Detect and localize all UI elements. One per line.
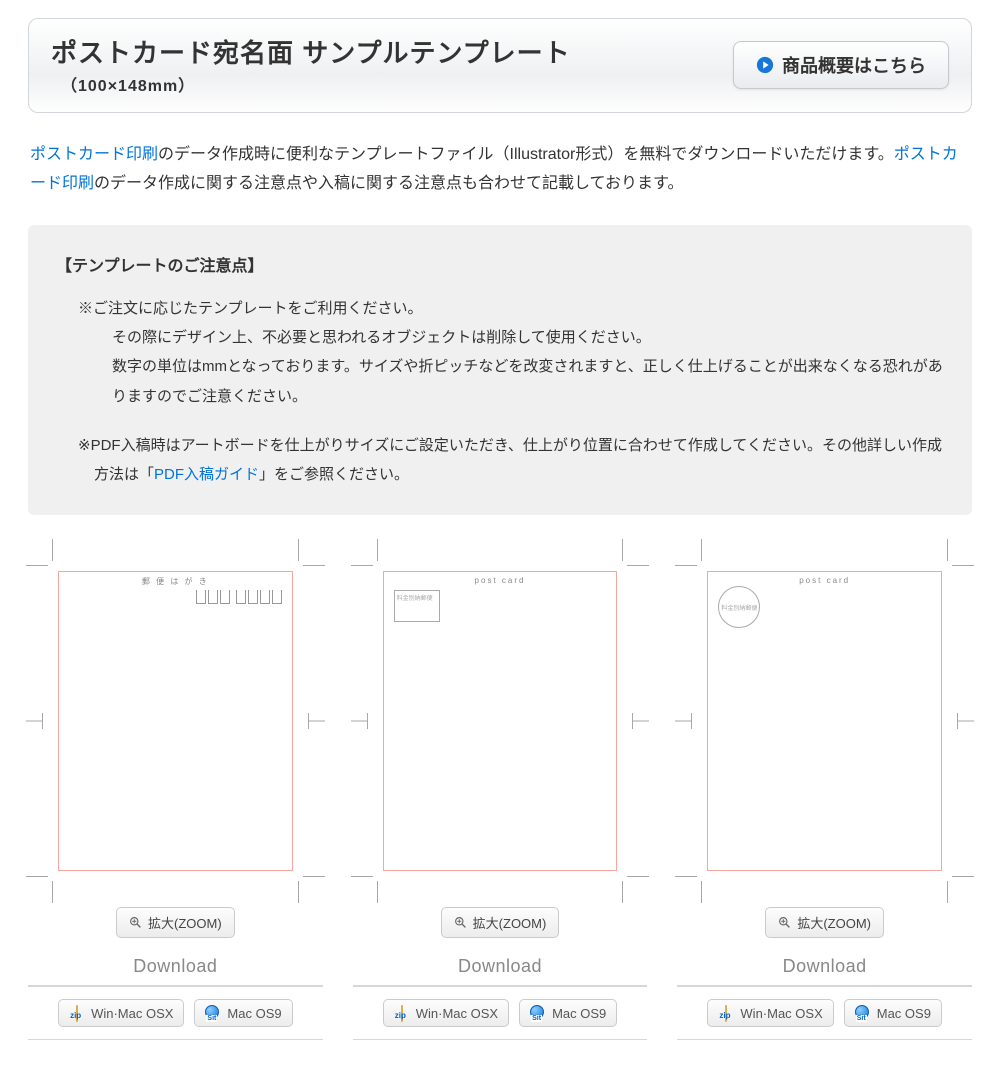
zip-button-label: Win·Mac OSX (740, 1006, 822, 1021)
page-subtitle: （100×148mm） (61, 72, 733, 96)
zip-icon: zip (394, 1006, 410, 1020)
intro-paragraph: ポストカード印刷のデータ作成時に便利なテンプレートファイル（Illustrato… (30, 141, 970, 199)
zoom-label: 拡大(ZOOM) (148, 913, 222, 932)
divider (353, 985, 648, 987)
download-heading: Download (28, 956, 323, 977)
note-sub-1a: その際にデザイン上、不必要と思われるオブジェクトは削除して使用ください。 (56, 323, 944, 352)
magnifier-icon (129, 916, 142, 929)
magnifier-icon (778, 916, 791, 929)
notes-title: 【テンプレートのご注意点】 (56, 251, 944, 282)
zoom-label: 拡大(ZOOM) (797, 913, 871, 932)
template-cards-row: 郵 便 は が き 拡大(ZOOM) Download zip Win·Mac … (28, 541, 972, 1040)
note-item-2: ※PDF入稿時はアートボードを仕上がりサイズにご設定いただき、仕上がり位置に合わ… (56, 431, 944, 490)
download-sit-button[interactable]: Sit Mac OS9 (844, 999, 942, 1027)
template-top-label: post card (708, 576, 941, 585)
zip-button-label: Win·Mac OSX (91, 1006, 173, 1021)
template-notes-box: 【テンプレートのご注意点】 ※ご注文に応じたテンプレートをご利用ください。 その… (28, 225, 972, 516)
sit-button-label: Mac OS9 (227, 1006, 281, 1021)
magnifier-icon (454, 916, 467, 929)
divider (28, 1039, 323, 1040)
download-zip-button[interactable]: zip Win·Mac OSX (707, 999, 833, 1027)
template-top-label: 郵 便 は が き (59, 576, 292, 587)
template-frame: post card 料金別納郵便 (383, 571, 618, 871)
arrow-right-circle-icon (756, 56, 774, 74)
header-panel: ポストカード宛名面 サンプルテンプレート （100×148mm） 商品概要はこち… (28, 18, 972, 113)
template-preview: post card 料金別納郵便 (677, 541, 972, 901)
zip-icon: zip (718, 1006, 734, 1020)
template-frame: post card 料金別納郵便 (707, 571, 942, 871)
sit-button-label: Mac OS9 (552, 1006, 606, 1021)
template-card: 郵 便 は が き 拡大(ZOOM) Download zip Win·Mac … (28, 541, 323, 1040)
sit-icon: Sit (205, 1005, 221, 1021)
divider (677, 1039, 972, 1040)
template-top-label: post card (384, 576, 617, 585)
download-zip-button[interactable]: zip Win·Mac OSX (58, 999, 184, 1027)
postage-payment-box: 料金別納郵便 (394, 590, 440, 622)
download-heading: Download (677, 956, 972, 977)
page-title: ポストカード宛名面 サンプルテンプレート (51, 33, 733, 70)
product-overview-label: 商品概要はこちら (782, 52, 926, 78)
postage-payment-circle: 料金別納郵便 (718, 586, 760, 628)
template-preview: 郵 便 は が き (28, 541, 323, 901)
zip-button-label: Win·Mac OSX (416, 1006, 498, 1021)
divider (28, 985, 323, 987)
download-zip-button[interactable]: zip Win·Mac OSX (383, 999, 509, 1027)
download-heading: Download (353, 956, 648, 977)
template-card: post card 料金別納郵便 拡大(ZOOM) Download zip W… (353, 541, 648, 1040)
postal-code-boxes (196, 590, 282, 604)
zoom-button[interactable]: 拡大(ZOOM) (116, 907, 235, 938)
template-frame: 郵 便 は が き (58, 571, 293, 871)
divider (677, 985, 972, 987)
note-item-1: ※ご注文に応じたテンプレートをご利用ください。 (56, 294, 944, 323)
note-sub-1b: 数字の単位はmmとなっております。サイズや折ピッチなどを改変されますと、正しく仕… (56, 352, 944, 411)
template-card: post card 料金別納郵便 拡大(ZOOM) Download zip W… (677, 541, 972, 1040)
zoom-label: 拡大(ZOOM) (473, 913, 547, 932)
zoom-button[interactable]: 拡大(ZOOM) (765, 907, 884, 938)
sit-icon: Sit (855, 1005, 871, 1021)
zoom-button[interactable]: 拡大(ZOOM) (441, 907, 560, 938)
sit-button-label: Mac OS9 (877, 1006, 931, 1021)
postcard-print-link[interactable]: ポストカード印刷 (30, 146, 158, 163)
divider (353, 1039, 648, 1040)
download-sit-button[interactable]: Sit Mac OS9 (194, 999, 292, 1027)
zip-icon: zip (69, 1006, 85, 1020)
product-overview-button[interactable]: 商品概要はこちら (733, 41, 949, 89)
download-sit-button[interactable]: Sit Mac OS9 (519, 999, 617, 1027)
sit-icon: Sit (530, 1005, 546, 1021)
pdf-guide-link[interactable]: PDF入稿ガイド (154, 466, 259, 483)
template-preview: post card 料金別納郵便 (353, 541, 648, 901)
